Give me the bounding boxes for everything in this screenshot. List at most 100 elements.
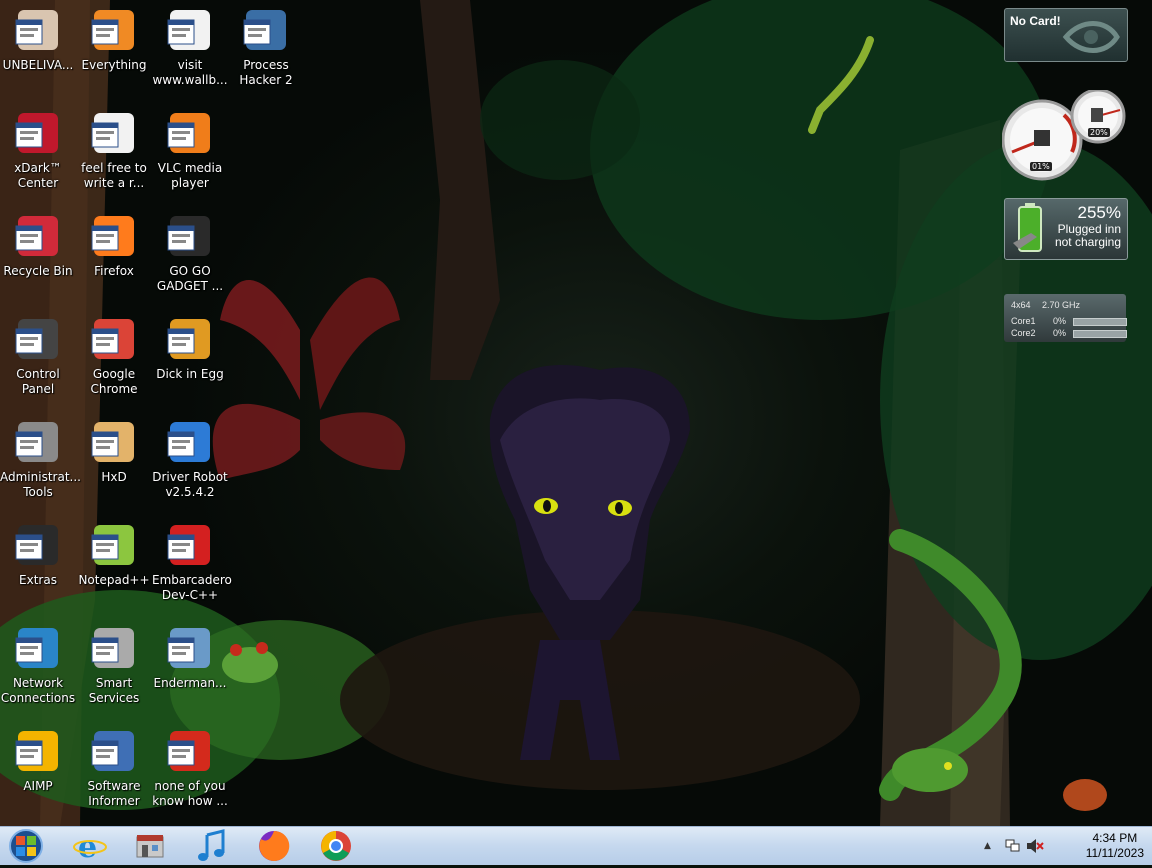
desktop-icon[interactable]: Dick in Egg [152, 309, 228, 382]
battery-status-line1: Plugged inn [1057, 222, 1121, 236]
desktop-icon[interactable]: Process Hacker 2 [228, 0, 304, 88]
desktop-icon[interactable]: Google Chrome [76, 309, 152, 397]
desktop-icon-label: AIMP [23, 779, 53, 793]
control-panel-icon [14, 315, 62, 363]
cpu-ram-meter-gadget[interactable]: 01% 20% [1001, 88, 1126, 182]
desktop-icon[interactable]: visit www.wallb... [152, 0, 228, 88]
cpu-speed: 2.70 GHz [1042, 300, 1081, 310]
svg-text:e: e [78, 830, 97, 863]
core-usage-bar [1073, 330, 1127, 338]
desktop-icon-label: Dick in Egg [156, 367, 224, 381]
desktop-icon-label: GO GO GADGET ... [156, 264, 224, 293]
desktop-icon[interactable]: Extras [0, 515, 76, 588]
desktop-icon[interactable]: Recycle Bin [0, 206, 76, 279]
core-usage-bar [1073, 318, 1127, 326]
driver-robot-icon [166, 418, 214, 466]
taskbar-app-button[interactable] [186, 829, 238, 863]
desktop-icon[interactable]: VLC media player [152, 103, 228, 191]
desktop-icon-label: Smart Services [88, 676, 140, 705]
taskbar-app-button[interactable] [248, 829, 300, 863]
desktop-icon-label: Recycle Bin [3, 264, 73, 278]
battery-percent: 255% [1077, 203, 1121, 222]
globe-network-icon [14, 624, 62, 672]
nvidia-logo-icon [1062, 21, 1120, 53]
desktop-icon-label: VLC media player [157, 161, 223, 190]
desktop-icon-label: Notepad++ [78, 573, 150, 587]
desktop-icon-label: Control Panel [16, 367, 60, 396]
desktop-icon-label: Network Connections [0, 676, 76, 705]
taskbar-app-button[interactable] [310, 829, 362, 863]
desktop-icon[interactable]: HxD [76, 412, 152, 485]
desktop-icon-label: Software Informer [87, 779, 141, 808]
windows-orb-icon [9, 829, 43, 863]
red-circle-icon [166, 727, 214, 775]
firefox-icon [90, 212, 138, 260]
smart-services-icon [90, 624, 138, 672]
firefox-icon [259, 830, 290, 861]
everything-search-icon [90, 6, 138, 54]
vlc-cone-icon [166, 109, 214, 157]
volume-muted-icon[interactable] [1026, 838, 1044, 854]
internet-explorer-icon: e [73, 830, 107, 865]
desktop-icon-label: Google Chrome [90, 367, 138, 396]
desktop-icon-label: Firefox [94, 264, 134, 278]
battery-gadget[interactable]: 255% Plugged inn not charging [1004, 198, 1128, 260]
anime-girl-icon [14, 6, 62, 54]
red-flower-icon [14, 109, 62, 157]
cpu-core-row: Core1 0% [1011, 316, 1127, 326]
core-name: Core2 [1011, 328, 1036, 338]
desktop-icon[interactable]: UNBELIVA... [0, 0, 76, 73]
gpu-gadget[interactable]: No Card! [1004, 8, 1128, 62]
desktop-icon[interactable]: Firefox [76, 206, 152, 279]
network-icon[interactable] [1004, 838, 1020, 854]
cpu-arch: 4x64 [1011, 300, 1031, 310]
chrome-icon [321, 831, 351, 861]
desktop-icon[interactable]: AIMP [0, 721, 76, 794]
desktop-icon[interactable]: Smart Services [76, 618, 152, 706]
hxd-icon [90, 418, 138, 466]
desktop-icon-label: Extras [19, 573, 57, 587]
desktop-icon[interactable]: Notepad++ [76, 515, 152, 588]
music-note-icon [198, 829, 225, 861]
desktop-icon[interactable]: Driver Robot v2.5.4.2 [152, 412, 228, 500]
desktop-icon[interactable]: GO GO GADGET ... [152, 206, 228, 294]
show-hidden-icons-button[interactable]: ▲ [984, 841, 991, 851]
battery-icon [1013, 203, 1042, 252]
core-value: 0% [1053, 328, 1067, 338]
desktop-icon[interactable]: Enderman... [152, 618, 228, 691]
aimp-icon [14, 727, 62, 775]
cpu-usage-gadget[interactable]: 4x64 2.70 GHz Core1 0% Core2 0% [1004, 294, 1127, 342]
desktop-icon[interactable]: xDark™ Center [0, 103, 76, 191]
taskbar-app-button[interactable] [124, 829, 176, 863]
desktop-icon-label: Everything [81, 58, 147, 72]
desktop-icon[interactable]: Administrat... Tools [0, 412, 81, 500]
desktop-icon[interactable]: Control Panel [0, 309, 76, 397]
taskbar: e ▲ 4:34 PM 11/11/2023 [0, 826, 1152, 865]
desktop-icon-label: xDark™ Center [14, 161, 62, 190]
desktop-icon[interactable]: Embarcadero Dev-C++ [152, 515, 232, 603]
cpu-core-row: Core2 0% [1011, 328, 1127, 338]
desktop-icon-label: Administrat... Tools [0, 470, 81, 499]
desktop-icon-label: Process Hacker 2 [239, 58, 293, 87]
desktop-icon[interactable]: Network Connections [0, 618, 76, 706]
devcpp-icon [166, 521, 214, 569]
core-value: 0% [1053, 316, 1067, 326]
core-name: Core1 [1011, 316, 1036, 326]
clock-date: 11/11/2023 [1085, 846, 1144, 860]
taskbar-clock[interactable]: 4:34 PM 11/11/2023 [1086, 831, 1144, 861]
start-button[interactable] [4, 828, 48, 864]
text-document-icon [166, 6, 214, 54]
desktop-icon[interactable]: Everything [76, 0, 152, 73]
ram-meter-value: 20% [1088, 128, 1110, 137]
software-informer-icon [90, 727, 138, 775]
desktop-icon[interactable]: none of you know how ... [152, 721, 228, 809]
taskbar-app-button[interactable]: e [64, 829, 116, 865]
desktop-icon[interactable]: feel free to write a r... [76, 103, 152, 191]
gears-icon [14, 418, 62, 466]
chrome-icon [90, 315, 138, 363]
desktop-icon-label: visit www.wallb... [152, 58, 228, 87]
desktop-icon[interactable]: Software Informer [76, 721, 152, 809]
process-hacker-icon [242, 6, 290, 54]
gpu-gadget-text: No Card! [1010, 14, 1061, 28]
desktop-icon-label: feel free to write a r... [81, 161, 147, 190]
